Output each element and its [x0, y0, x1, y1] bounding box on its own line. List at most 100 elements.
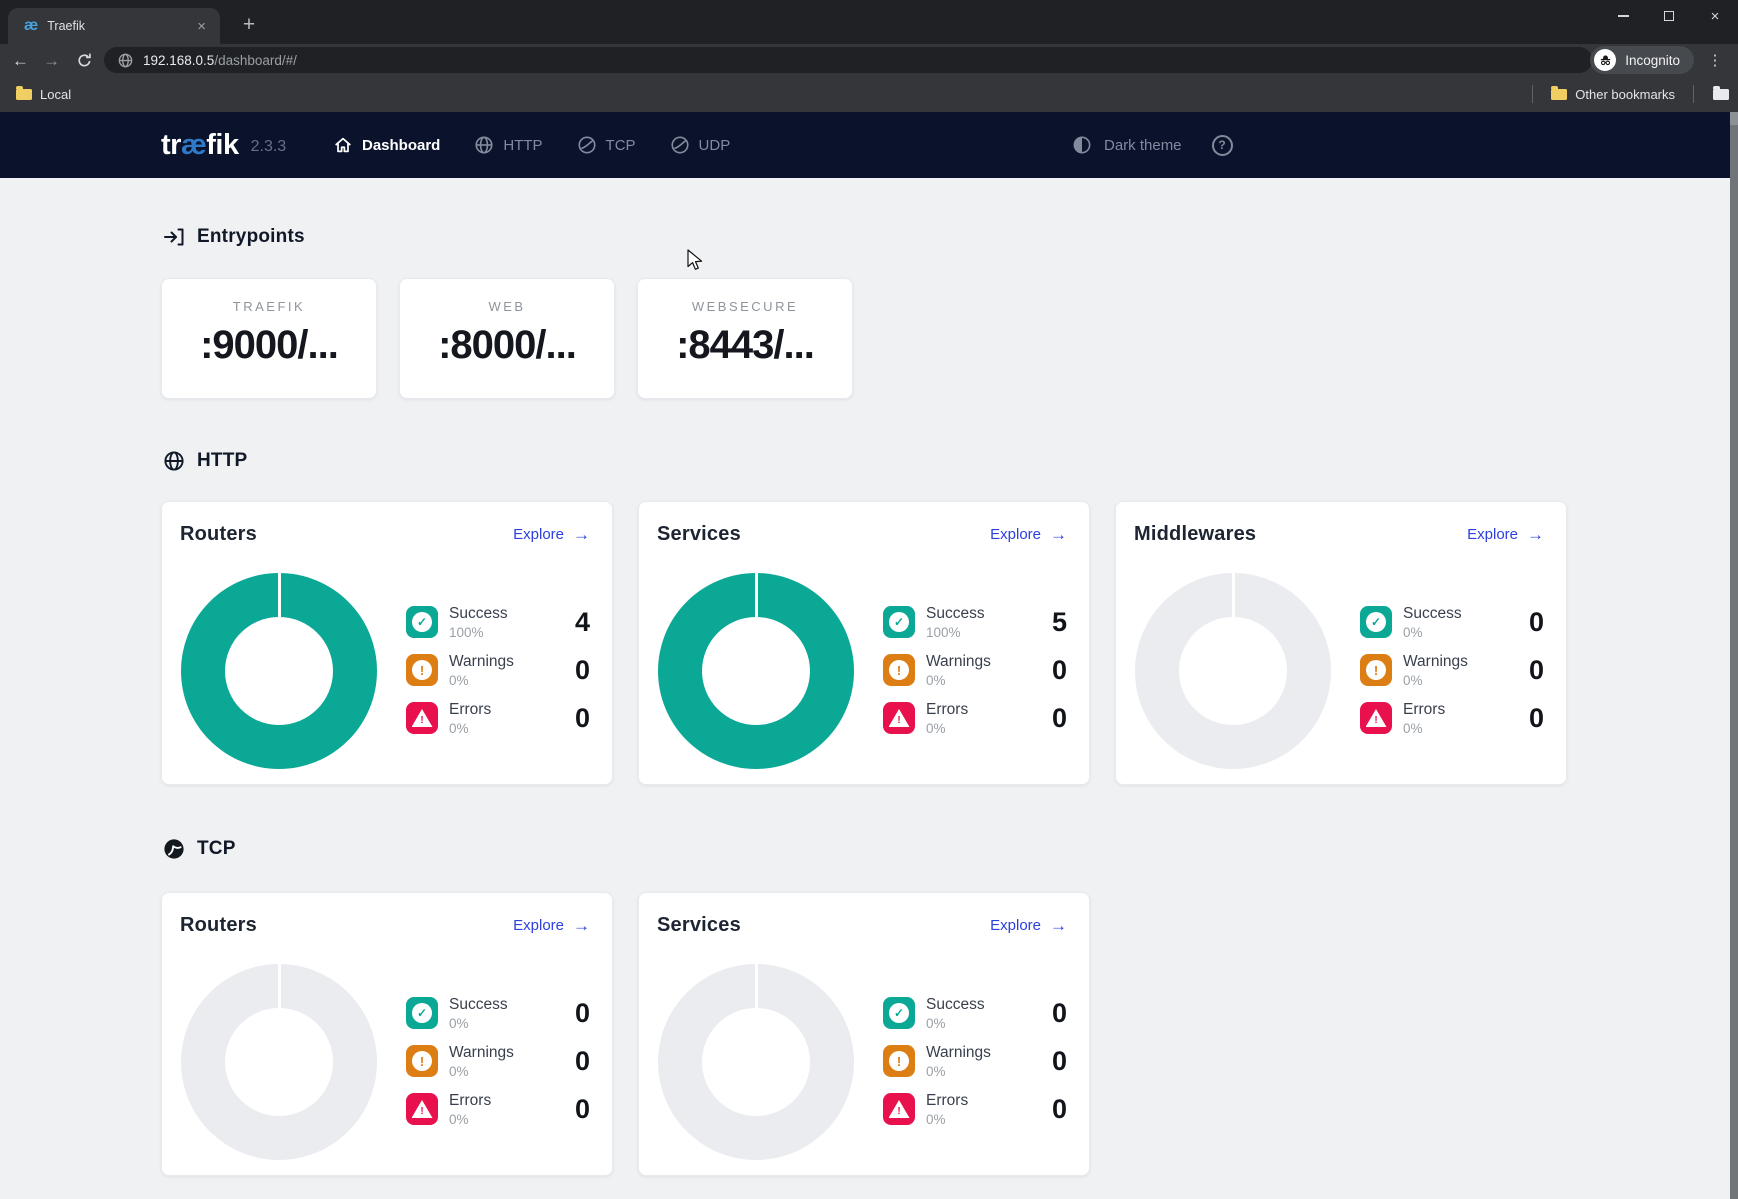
nav-item-label: TCP [606, 137, 636, 154]
help-button[interactable]: ? [1212, 135, 1233, 156]
card-title: Middlewares [1134, 523, 1256, 546]
stat-percentage: 0% [926, 673, 991, 688]
error-icon: ! [406, 1093, 438, 1125]
stat-row-success: ✓Success0%0 [1360, 598, 1544, 646]
stat-count: 0 [1052, 998, 1067, 1029]
explore-label: Explore [513, 917, 564, 934]
window-controls: × [1600, 0, 1738, 32]
entrypoints-section-heading: Entrypoints [163, 226, 305, 248]
nav-item-udp[interactable]: UDP [670, 135, 731, 155]
section-title: TCP [197, 838, 236, 860]
address-bar[interactable]: 192.168.0.5/dashboard/#/ [104, 47, 1592, 73]
stat-text: Warnings0% [449, 1044, 514, 1079]
http-middlewares-card: Middlewares Explore→ ✓Success0%0!Warnings0… [1115, 501, 1567, 785]
circle-icon: ! [412, 1051, 432, 1071]
stat-percentage: 0% [449, 1064, 514, 1079]
close-tab-icon[interactable]: × [193, 17, 210, 36]
triangle-icon: ! [412, 1100, 433, 1118]
browser-menu-button[interactable]: ⋮ [1700, 44, 1730, 76]
reload-icon [76, 52, 93, 69]
stat-count: 0 [1052, 703, 1067, 734]
entrypoint-port: :8000/... [400, 323, 614, 368]
navbar-right: Dark theme ? [1072, 112, 1233, 178]
traefik-favicon-icon: æ [24, 17, 38, 35]
stat-count: 0 [575, 655, 590, 686]
traefik-dashboard-page: træfik 2.3.3 Dashboard HTTP TCP UDP Dark th… [0, 112, 1738, 1199]
section-title: HTTP [197, 450, 247, 472]
stat-row-warning: !Warnings0%0 [883, 1037, 1067, 1085]
home-icon [333, 135, 353, 155]
scrollbar-thumb[interactable] [1730, 112, 1738, 125]
stat-label: Success [449, 996, 508, 1014]
entrypoint-port: :8443/... [638, 323, 852, 368]
other-bookmarks-button[interactable]: Other bookmarks [1543, 87, 1683, 102]
stat-percentage: 0% [926, 721, 968, 736]
tcp-routers-card: RoutersExplore→✓Success0%0!Warnings0%0!E… [161, 892, 613, 1176]
reload-button[interactable] [76, 52, 93, 69]
circle-icon: ! [889, 660, 909, 680]
stat-percentage: 0% [926, 1016, 985, 1031]
triangle-icon: ! [412, 709, 433, 727]
explore-link[interactable]: Explore→ [513, 526, 590, 543]
nav-item-http[interactable]: HTTP [474, 135, 542, 155]
bookmarks-bar: Local Other bookmarks [0, 76, 1738, 112]
page-scrollbar[interactable] [1730, 112, 1738, 1199]
stat-label: Warnings [926, 653, 991, 671]
stat-row-error: ! Errors 0% 0 [883, 694, 1067, 742]
explore-link[interactable]: Explore→ [990, 526, 1067, 543]
http-services-card: ServicesExplore→✓Success100%5!Warnings0%… [638, 501, 1090, 785]
stat-label: Success [926, 996, 985, 1014]
stat-label: Errors [449, 1092, 491, 1110]
stat-text: Errors 0% [926, 701, 968, 736]
stat-row-success: ✓Success100%5 [883, 598, 1067, 646]
triangle-icon: ! [889, 1100, 910, 1118]
stat-row-error: !Errors0%0 [406, 694, 590, 742]
explore-link[interactable]: Explore→ [1467, 526, 1544, 543]
incognito-badge: Incognito [1590, 46, 1694, 74]
forward-button[interactable]: → [43, 52, 60, 69]
success-icon: ✓ [406, 606, 438, 638]
stat-row-success: ✓Success100%4 [406, 598, 590, 646]
stat-text: Success100% [926, 605, 985, 640]
explore-link[interactable]: Explore→ [990, 917, 1067, 934]
all-bookmarks-button[interactable] [1704, 89, 1738, 100]
stat-percentage: 0% [926, 1112, 968, 1127]
traefik-brand[interactable]: træfik 2.3.3 [161, 112, 286, 178]
stat-label: Errors [926, 701, 968, 719]
explore-label: Explore [990, 526, 1041, 543]
stat-percentage: 100% [926, 625, 985, 640]
window-close-button[interactable]: × [1692, 0, 1738, 32]
bookmarks-separator [1532, 85, 1533, 103]
status-donut-chart [181, 964, 377, 1160]
theme-toggle-label[interactable]: Dark theme [1104, 137, 1182, 154]
nav-item-dashboard[interactable]: Dashboard [333, 135, 440, 155]
card-stats: ✓Success0%0!Warnings0%0!Errors0%0 [406, 989, 590, 1133]
window-minimize-button[interactable] [1600, 0, 1646, 32]
stat-label: Warnings [449, 653, 514, 671]
tcp-services-card: ServicesExplore→✓Success0%0!Warnings0%0!… [638, 892, 1090, 1176]
entrypoint-card-traefik: TRAEFIK:9000/... [161, 278, 377, 399]
stat-label: Errors [1403, 701, 1445, 719]
stat-percentage: 0% [1403, 673, 1468, 688]
bookmarks-separator [1693, 85, 1694, 103]
browser-tab-traefik[interactable]: æ Traefik × [8, 8, 220, 44]
window-maximize-button[interactable] [1646, 0, 1692, 32]
tcp-icon [163, 838, 185, 860]
tab-title: Traefik [47, 19, 193, 33]
stat-text: Errors0% [926, 1092, 968, 1127]
stat-row-error: !Errors0%0 [1360, 694, 1544, 742]
new-tab-button[interactable]: + [234, 10, 264, 40]
theme-toggle-button[interactable] [1072, 135, 1092, 155]
stat-row-warning: !Warnings0%0 [1360, 646, 1544, 694]
nav-item-label: HTTP [503, 137, 542, 154]
stat-text: Success0% [449, 996, 508, 1031]
card-stats: ✓Success0%0!Warnings0%0!Errors0%0 [883, 989, 1067, 1133]
explore-link[interactable]: Explore→ [513, 917, 590, 934]
nav-item-label: Dashboard [362, 137, 440, 154]
circle-icon: ! [889, 1051, 909, 1071]
nav-item-tcp[interactable]: TCP [577, 135, 636, 155]
error-icon: ! [883, 702, 915, 734]
bookmark-folder-local[interactable]: Local [8, 87, 79, 102]
incognito-label: Incognito [1625, 53, 1680, 68]
back-button[interactable]: ← [12, 52, 29, 69]
